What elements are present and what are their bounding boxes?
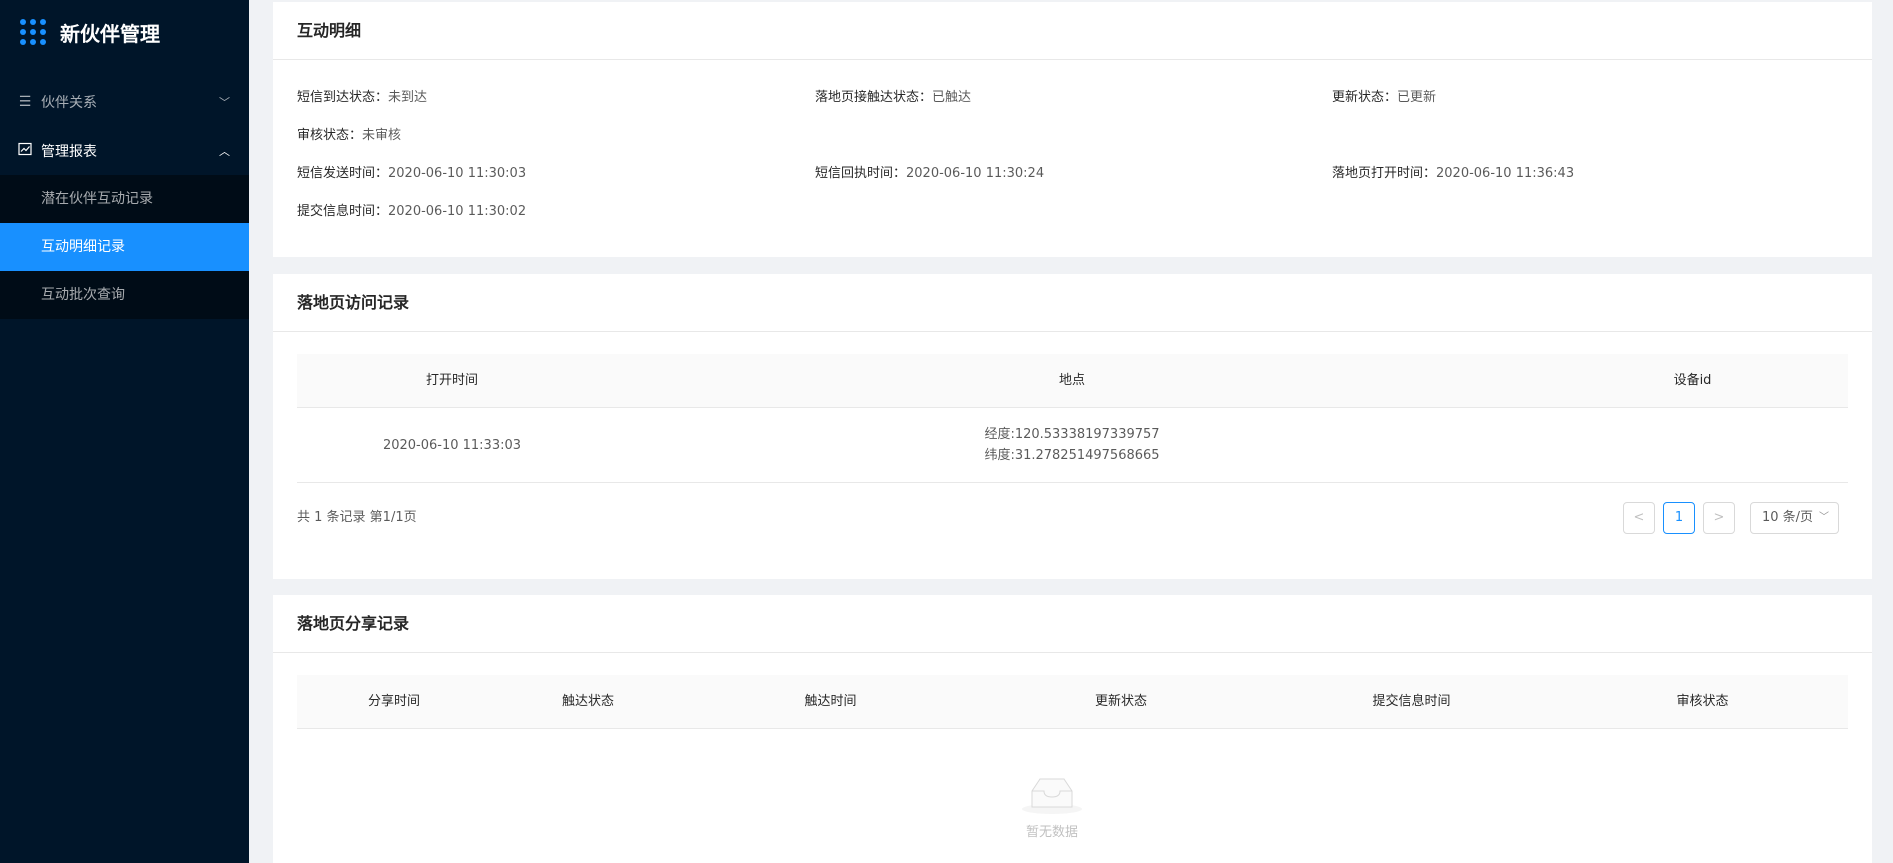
detail-field-update-status: 更新状态：已更新: [1332, 90, 1437, 105]
sidebar-group-partner-relations[interactable]: ☰ 伙伴关系 ﹀: [0, 78, 249, 126]
table-header: 分享时间 触达状态 触达时间 更新状态 提交信息时间 审核状态: [297, 675, 1848, 729]
interaction-detail-card: 互动明细 短信到达状态：未到达 落地页接触达状态：已触达 更新状态：已更新 审核…: [273, 2, 1872, 257]
empty-state: 暂无数据: [992, 775, 1112, 840]
pagination-total: 共 1 条记录 第1/1页: [297, 510, 417, 525]
pagination-prev-button[interactable]: <: [1623, 502, 1655, 534]
share-table: 分享时间 触达状态 触达时间 更新状态 提交信息时间 审核状态: [297, 675, 1848, 729]
detail-field-review-status: 审核状态：未审核: [297, 128, 402, 143]
sidebar-group-management-reports[interactable]: 管理报表 ︿: [0, 127, 249, 175]
chart-icon: [17, 142, 33, 160]
list-icon: ☰: [18, 94, 32, 110]
cell-longitude: 经度:120.53338197339757: [984, 427, 1160, 442]
sidebar-item-interaction-detail-records[interactable]: 互动明细记录: [0, 223, 249, 271]
page-size-value: 10 条/页: [1762, 510, 1814, 525]
card-title: 互动明细: [273, 2, 1872, 60]
empty-text: 暂无数据: [1025, 825, 1078, 840]
sidebar-item-interaction-batch-query[interactable]: 互动批次查询: [0, 271, 249, 319]
column-header-submit-time[interactable]: 提交信息时间: [1266, 675, 1557, 729]
detail-field-submit-time: 提交信息时间：2020-06-10 11:30:02: [297, 204, 527, 219]
chevron-down-icon: ﹀: [219, 96, 230, 109]
card-title: 落地页访问记录: [273, 274, 1872, 332]
sidebar-submenu: 潜在伙伴互动记录 互动明细记录 互动批次查询: [0, 175, 249, 319]
app-logo[interactable]: 新伙伴管理: [0, 0, 249, 64]
sidebar-item-potential-partner-records[interactable]: 潜在伙伴互动记录: [0, 175, 249, 223]
detail-field-sms-send-time: 短信发送时间：2020-06-10 11:30:03: [297, 166, 527, 181]
column-header-share-time[interactable]: 分享时间: [297, 675, 491, 729]
landing-visit-card: 落地页访问记录 打开时间 地点 设备id 2020-06-10 11:33:03…: [273, 274, 1872, 579]
detail-field-landing-open-time: 落地页打开时间：2020-06-10 11:36:43: [1332, 166, 1575, 181]
grid-dots-icon: [20, 19, 46, 45]
cell-latitude: 纬度:31.278251497568665: [984, 448, 1160, 463]
visit-table: 打开时间 地点 设备id 2020-06-10 11:33:03 经度:120.…: [297, 354, 1848, 483]
table-row[interactable]: 2020-06-10 11:33:03 经度:120.5333819733975…: [297, 408, 1848, 483]
page-size-select[interactable]: 10 条/页 ﹀: [1750, 502, 1839, 534]
cell-location: 经度:120.53338197339757 纬度:31.278251497568…: [607, 424, 1537, 466]
chevron-up-icon: ︿: [219, 145, 230, 158]
detail-field-sms-receipt-time: 短信回执时间：2020-06-10 11:30:24: [815, 166, 1045, 181]
column-header-reach-status[interactable]: 触达状态: [491, 675, 685, 729]
detail-field-sms-arrival: 短信到达状态：未到达: [297, 90, 428, 105]
sidebar: 新伙伴管理 ☰ 伙伴关系 ﹀ 管理报表 ︿ 潜在伙伴互动记录 互动明细记录 互动…: [0, 0, 249, 863]
empty-inbox-icon: [1020, 775, 1084, 815]
app-title: 新伙伴管理: [60, 21, 160, 46]
sidebar-group-label: 伙伴关系: [41, 95, 97, 111]
landing-share-card: 落地页分享记录 分享时间 触达状态 触达时间 更新状态 提交信息时间 审核状态 …: [273, 595, 1872, 863]
column-header-device-id[interactable]: 设备id: [1537, 354, 1848, 408]
column-header-reach-time[interactable]: 触达时间: [685, 675, 976, 729]
column-header-update-status[interactable]: 更新状态: [976, 675, 1266, 729]
card-title: 落地页分享记录: [273, 595, 1872, 653]
column-header-review-status[interactable]: 审核状态: [1557, 675, 1848, 729]
pagination-next-button[interactable]: >: [1703, 502, 1735, 534]
cell-open-time: 2020-06-10 11:33:03: [382, 438, 522, 453]
detail-field-landing-reach: 落地页接触达状态：已触达: [815, 90, 972, 105]
column-header-open-time[interactable]: 打开时间: [297, 354, 607, 408]
table-header: 打开时间 地点 设备id: [297, 354, 1848, 408]
sidebar-group-label: 管理报表: [41, 144, 97, 160]
chevron-down-icon: ﹀: [1819, 512, 1829, 523]
column-header-location[interactable]: 地点: [607, 354, 1537, 408]
pagination-page-1[interactable]: 1: [1663, 502, 1695, 534]
